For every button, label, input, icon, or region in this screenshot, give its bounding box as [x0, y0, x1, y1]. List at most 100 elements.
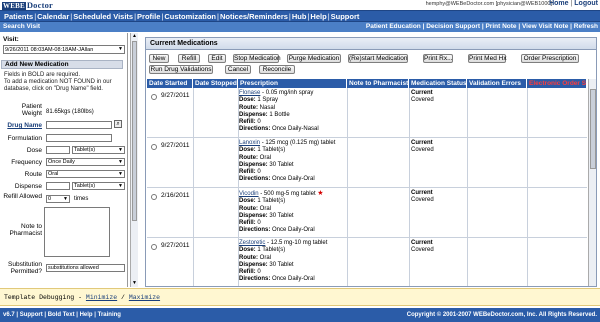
- add-medication-panel: Visit: 9/26/2011 08:03AM-08:18AM-JAllan ▼…: [0, 33, 128, 287]
- row-select-radio[interactable]: [151, 144, 157, 150]
- prescription-cell: Lanoxin - 125 mcg (0.125 mg) tablet Dose:…: [239, 140, 336, 183]
- scroll-thumb[interactable]: [132, 41, 137, 221]
- col-electronic-order-status[interactable]: Electronic Order Status: [527, 79, 587, 88]
- row-select-radio[interactable]: [151, 244, 157, 250]
- search-visit-link[interactable]: Search Visit: [3, 23, 40, 30]
- nav-support[interactable]: Support: [331, 12, 360, 21]
- decision-support-link[interactable]: Decision Support: [426, 23, 480, 30]
- patient-education-link[interactable]: Patient Education: [366, 23, 421, 30]
- col-medication-status[interactable]: Medication Status: [409, 79, 467, 88]
- stop-medication-button[interactable]: Stop Medication: [233, 54, 281, 63]
- route-label: Route: [24, 171, 42, 178]
- footer: v6.7 | Support | Bold Text | Help | Trai…: [0, 308, 600, 322]
- search-icon[interactable]: ⌕: [114, 120, 122, 128]
- drug-link[interactable]: Flonase: [239, 90, 260, 96]
- maximize-link[interactable]: Maximize: [129, 294, 160, 301]
- reconcile-button[interactable]: Reconcile: [259, 65, 295, 74]
- col-date-started[interactable]: Date Started: [147, 79, 193, 88]
- col-validation-errors[interactable]: Validation Errors: [467, 79, 527, 88]
- nav-help[interactable]: Help: [310, 12, 326, 21]
- date-started: 2/16/2011: [161, 192, 190, 199]
- nav-profile[interactable]: Profile: [137, 12, 160, 21]
- order-prescription-button[interactable]: Order Prescription: [521, 54, 579, 63]
- nav-customization[interactable]: Customization: [164, 12, 216, 21]
- app-logo: WEBE Doctor: [2, 0, 53, 10]
- copyright: Copyright © 2001-2007 WEBeDoctor.com, In…: [406, 312, 597, 318]
- chevron-down-icon: ▼: [118, 171, 123, 177]
- scroll-thumb[interactable]: [590, 89, 596, 169]
- drug-name-input[interactable]: [46, 121, 112, 129]
- chevron-down-icon: ▼: [118, 159, 123, 165]
- star-icon: ★: [317, 190, 324, 197]
- chevron-down-icon: ▼: [118, 147, 123, 153]
- row-select-radio[interactable]: [151, 194, 157, 200]
- scroll-up-icon[interactable]: ▲: [131, 33, 138, 40]
- visit-select[interactable]: 9/26/2011 08:03AM-08:18AM-JAllan ▼: [3, 45, 125, 54]
- frequency-select[interactable]: Once Daily ▼: [46, 158, 125, 166]
- nav-scheduled-visits[interactable]: Scheduled Visits: [73, 12, 133, 21]
- top-bar: WEBE Doctor hemphy@WEBeDoctor.com [physic…: [0, 0, 600, 10]
- row-select-radio[interactable]: [151, 94, 157, 100]
- drug-link[interactable]: Zestoretic: [239, 240, 265, 246]
- home-link[interactable]: Home: [549, 0, 568, 7]
- logo-prefix: WEBE: [2, 2, 26, 10]
- table-row[interactable]: 9/27/2011 Flonase - 0.05 mg/inh spray Dose…: [147, 88, 587, 138]
- user-info: hemphy@WEBeDoctor.com [physician@WEB1000…: [425, 1, 552, 7]
- note-to-pharmacist-textarea[interactable]: [44, 207, 110, 257]
- cancel-button[interactable]: Cancel: [225, 65, 251, 74]
- table-row[interactable]: 9/27/2011 Lanoxin - 125 mcg (0.125 mg) ta…: [147, 138, 587, 188]
- nav-notices[interactable]: Notices/Reminders: [220, 12, 288, 21]
- substitution-label: Substitution Permitted?: [8, 261, 42, 275]
- dose-input[interactable]: [46, 146, 70, 154]
- nav-hub[interactable]: Hub: [292, 12, 307, 21]
- col-note-to-pharmacist[interactable]: Note to Pharmacist: [347, 79, 409, 88]
- substitution-select[interactable]: substitutions allowed: [46, 264, 125, 272]
- note-to-pharmacist-label: Note to Pharmacist: [9, 223, 42, 237]
- dose-unit-select[interactable]: Tablet(s) ▼: [72, 146, 125, 154]
- table-scrollbar[interactable]: [588, 79, 596, 286]
- print-rx-button[interactable]: Print Rx...: [423, 54, 453, 63]
- left-scrollbar[interactable]: ▲ ▼: [130, 33, 138, 287]
- nav-calendar[interactable]: Calendar: [37, 12, 69, 21]
- prescription-cell: Flonase - 0.05 mg/inh spray Dose: 1 Spray…: [239, 90, 319, 133]
- prescription-cell: Vicodin - 500 mg-5 mg tablet ★ Dose: 1 Ta…: [239, 190, 324, 234]
- main-nav: Patients|Calendar|Scheduled Visits|Profi…: [0, 10, 600, 22]
- view-visit-note-link[interactable]: View Visit Note: [522, 23, 568, 30]
- date-started: 9/27/2011: [161, 92, 190, 99]
- print-med-hx-button[interactable]: Print Med Hx: [468, 54, 507, 63]
- edit-button[interactable]: Edit: [208, 54, 226, 63]
- col-date-stopped[interactable]: Date Stopped: [193, 79, 238, 88]
- dose-label: Dose: [26, 147, 42, 154]
- refresh-link[interactable]: Refresh: [574, 23, 598, 30]
- patient-weight-label: Patient Weight: [21, 103, 42, 117]
- dispense-unit-select[interactable]: Tablet(s) ▼: [72, 182, 125, 190]
- table-row[interactable]: 9/27/2011 Zestoretic - 12.5 mg-10 mg tabl…: [147, 238, 587, 286]
- minimize-link[interactable]: Minimize: [86, 294, 117, 301]
- restart-medication-button[interactable]: (Re)start Medication: [348, 54, 408, 63]
- run-drug-validations-button[interactable]: Run Drug Validations: [149, 65, 213, 74]
- col-prescription[interactable]: Prescription: [238, 79, 347, 88]
- drug-name-label[interactable]: Drug Name: [2, 122, 42, 129]
- required-note: Fields in BOLD are required. To add a me…: [4, 72, 112, 92]
- purge-medication-button[interactable]: Purge Medication: [287, 54, 341, 63]
- drug-link[interactable]: Vicodin: [239, 191, 259, 197]
- medication-status: Current Covered: [411, 240, 434, 253]
- print-note-link[interactable]: Print Note: [485, 23, 516, 30]
- nav-patients[interactable]: Patients: [4, 12, 33, 21]
- formulation-input[interactable]: [46, 134, 112, 142]
- drug-link[interactable]: Lanoxin: [239, 140, 260, 146]
- footer-links[interactable]: v6.7 | Support | Bold Text | Help | Trai…: [3, 312, 121, 318]
- table-row[interactable]: 2/16/2011 Vicodin - 500 mg-5 mg tablet ★ D…: [147, 188, 587, 238]
- route-select[interactable]: Oral ▼: [46, 170, 125, 178]
- logout-link[interactable]: Logout: [574, 0, 598, 7]
- refill-button[interactable]: Refill: [178, 54, 200, 63]
- patient-weight-value: 81.65kgs (180lbs): [46, 109, 94, 115]
- chevron-down-icon: ▼: [63, 196, 68, 202]
- dispense-input[interactable]: [46, 182, 70, 190]
- new-button[interactable]: New: [149, 54, 169, 63]
- panel-title: Current Medications: [146, 38, 596, 50]
- refill-select[interactable]: 0 ▼: [46, 195, 70, 203]
- scroll-down-icon[interactable]: ▼: [131, 280, 138, 287]
- drug-strength: - 500 mg-5 mg tablet: [258, 191, 316, 197]
- frequency-label: Frequency: [11, 159, 42, 166]
